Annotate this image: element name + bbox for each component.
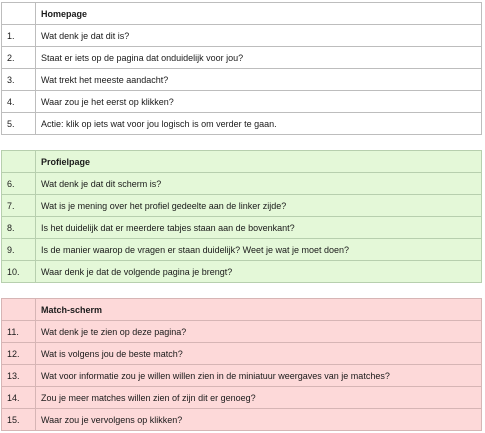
question-text: Wat is volgens jou de beste match? [35,342,482,365]
question-number: 13. [1,364,36,387]
section-title: Homepage [35,2,482,25]
question-number: 3. [1,68,36,91]
question-text: Is het duidelijk dat er meerdere tabjes … [35,216,482,239]
header-num-cell [1,2,36,25]
question-number: 8. [1,216,36,239]
match-scherm-questions-table: Match-scherm 11. Wat denk je te zien op … [1,298,482,431]
table-row: 9. Is de manier waarop de vragen er staa… [1,238,482,261]
question-number: 4. [1,90,36,113]
question-number: 2. [1,46,36,69]
table-row: 11. Wat denk je te zien op deze pagina? [1,320,482,343]
question-number: 14. [1,386,36,409]
question-number: 5. [1,112,36,135]
question-number: 6. [1,172,36,195]
question-text: Wat trekt het meeste aandacht? [35,68,482,91]
question-text: Actie: klik op iets wat voor jou logisch… [35,112,482,135]
question-number: 12. [1,342,36,365]
section-title: Match-scherm [35,298,482,321]
question-text: Staat er iets op de pagina dat onduideli… [35,46,482,69]
table-row: 7. Wat is je mening over het profiel ged… [1,194,482,217]
table-row: 1. Wat denk je dat dit is? [1,24,482,47]
table-row: 3. Wat trekt het meeste aandacht? [1,68,482,91]
header-num-cell [1,298,36,321]
table-row: 14. Zou je meer matches willen zien of z… [1,386,482,409]
homepage-questions-table: Homepage 1. Wat denk je dat dit is? 2. S… [1,2,482,135]
table-header-row: Homepage [1,2,482,25]
question-text: Wat denk je te zien op deze pagina? [35,320,482,343]
table-row: 8. Is het duidelijk dat er meerdere tabj… [1,216,482,239]
table-row: 13. Wat voor informatie zou je willen wi… [1,364,482,387]
table-row: 15. Waar zou je vervolgens op klikken? [1,408,482,431]
table-row: 10. Waar denk je dat de volgende pagina … [1,260,482,283]
question-text: Wat voor informatie zou je willen willen… [35,364,482,387]
table-row: 4. Waar zou je het eerst op klikken? [1,90,482,113]
header-num-cell [1,150,36,173]
question-number: 15. [1,408,36,431]
question-number: 1. [1,24,36,47]
profielpage-questions-table: Profielpage 6. Wat denk je dat dit scher… [1,150,482,283]
question-number: 7. [1,194,36,217]
table-header-row: Profielpage [1,150,482,173]
question-number: 10. [1,260,36,283]
table-header-row: Match-scherm [1,298,482,321]
question-text: Wat is je mening over het profiel gedeel… [35,194,482,217]
question-text: Zou je meer matches willen zien of zijn … [35,386,482,409]
section-title: Profielpage [35,150,482,173]
table-row: 6. Wat denk je dat dit scherm is? [1,172,482,195]
question-number: 11. [1,320,36,343]
question-number: 9. [1,238,36,261]
question-text: Waar denk je dat de volgende pagina je b… [35,260,482,283]
table-row: 2. Staat er iets op de pagina dat onduid… [1,46,482,69]
question-text: Waar zou je vervolgens op klikken? [35,408,482,431]
table-row: 5. Actie: klik op iets wat voor jou logi… [1,112,482,135]
question-text: Is de manier waarop de vragen er staan d… [35,238,482,261]
question-text: Waar zou je het eerst op klikken? [35,90,482,113]
question-text: Wat denk je dat dit scherm is? [35,172,482,195]
question-text: Wat denk je dat dit is? [35,24,482,47]
table-row: 12. Wat is volgens jou de beste match? [1,342,482,365]
